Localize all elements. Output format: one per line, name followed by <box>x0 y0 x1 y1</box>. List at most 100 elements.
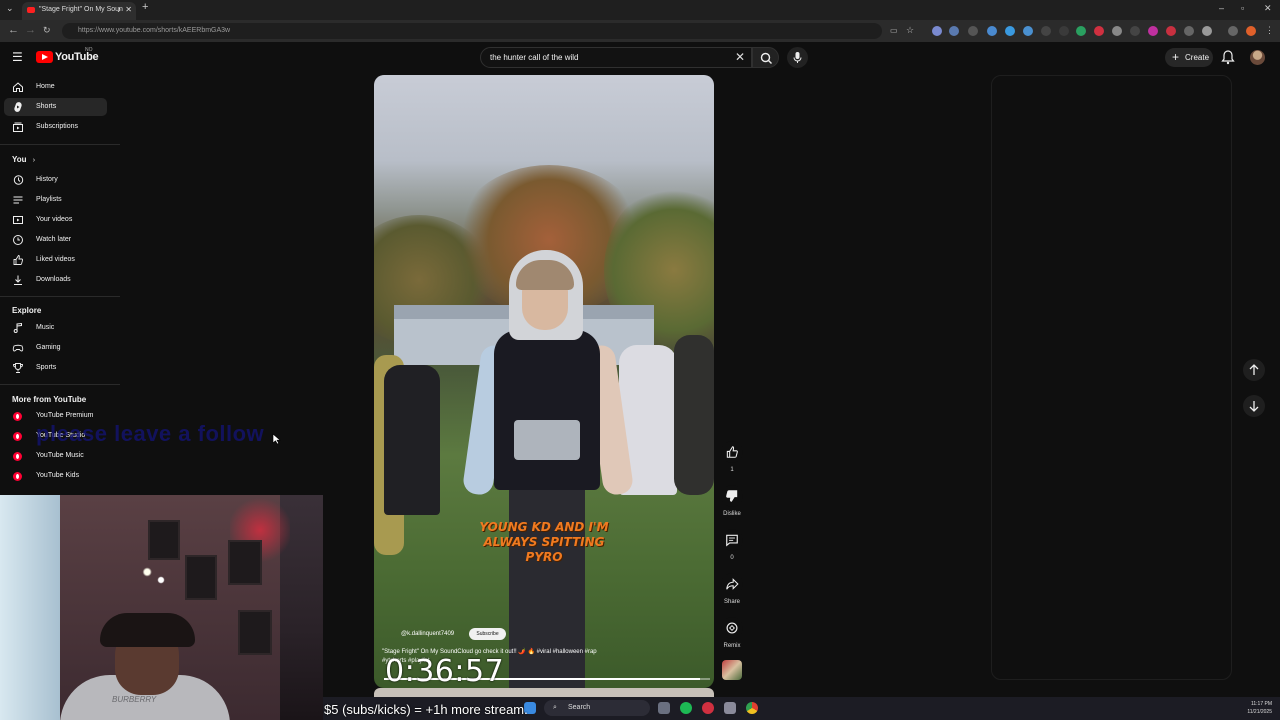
extension-icon[interactable] <box>932 26 942 36</box>
sidebar-item-history[interactable]: History <box>4 171 107 189</box>
subscribe-button[interactable]: Subscribe <box>469 628 506 640</box>
remix-button[interactable]: Remix <box>721 617 743 649</box>
wall-poster <box>185 555 217 600</box>
youtube-header: ☰ YouTube NO the hunter call of the wild… <box>0 42 1280 74</box>
app-icon[interactable] <box>702 702 714 714</box>
search-input[interactable]: the hunter call of the wild <box>480 47 752 68</box>
extension-icon[interactable] <box>1041 26 1051 36</box>
extension-icon[interactable] <box>968 26 978 36</box>
next-short-button[interactable] <box>1243 395 1265 417</box>
shorts-video-player[interactable]: YOUNG KD AND I'M ALWAYS SPITTING PYRO @k… <box>374 75 714 688</box>
extension-icon[interactable] <box>1005 26 1015 36</box>
sidebar-item-liked-videos[interactable]: Liked videos <box>4 251 107 269</box>
speaker-icon[interactable]: ♪ <box>117 2 121 18</box>
tab-close-icon[interactable]: ✕ <box>125 2 132 18</box>
maximize-icon[interactable]: ▫ <box>1241 3 1244 13</box>
sidebar-item-your-videos[interactable]: Your videos <box>4 211 107 229</box>
video-scene <box>514 420 580 460</box>
cast-icon[interactable]: ▭ <box>890 26 898 35</box>
extension-icon[interactable] <box>949 26 959 36</box>
extension-icon[interactable] <box>1184 26 1194 36</box>
home-icon <box>13 82 23 92</box>
account-avatar[interactable] <box>1250 50 1265 65</box>
search-button[interactable] <box>752 47 779 68</box>
chrome-icon[interactable] <box>746 702 758 714</box>
create-button[interactable]: + Create <box>1165 48 1213 67</box>
forward-icon[interactable]: → <box>25 24 36 36</box>
arrow-up-icon <box>1249 364 1259 375</box>
extension-icon[interactable] <box>1023 26 1033 36</box>
settings-icon[interactable] <box>724 702 736 714</box>
voice-search-button[interactable] <box>787 47 808 68</box>
clear-search-icon[interactable]: ✕ <box>735 50 745 64</box>
thumbs-down-icon <box>726 490 738 502</box>
video-scene <box>674 335 714 495</box>
subscriptions-icon <box>13 122 23 132</box>
tab-search-icon[interactable]: ⌄ <box>6 3 14 14</box>
extension-icon[interactable] <box>1059 26 1069 36</box>
gaming-icon <box>12 344 24 352</box>
profile-icon[interactable] <box>1246 26 1256 36</box>
previous-short-button[interactable] <box>1243 359 1265 381</box>
webcam-scene <box>0 495 60 720</box>
sidebar-item-label: Sports <box>36 364 57 371</box>
channel-handle[interactable]: @k.dallinquent7409 <box>401 631 454 637</box>
sidebar-item-sports[interactable]: Sports <box>4 359 107 377</box>
sidebar-item-label: YouTube Music <box>36 452 84 459</box>
sound-thumbnail[interactable] <box>722 660 742 680</box>
like-button[interactable]: 1 <box>721 441 743 473</box>
sidebar-item-youtube-music[interactable]: YouTube Music <box>4 447 107 465</box>
sidebar-item-watch-later[interactable]: Watch later <box>4 231 107 249</box>
extension-icon[interactable] <box>1148 26 1158 36</box>
sidebar-you-heading[interactable]: You › <box>12 155 35 164</box>
extension-icon[interactable] <box>1094 26 1104 36</box>
thumbs-up-icon <box>726 446 738 458</box>
taskbar-clock[interactable]: 11:17 PM 11/21/2025 <box>1247 700 1272 716</box>
notifications-bell-icon[interactable] <box>1221 49 1235 65</box>
taskbar-search[interactable]: ⌕ Search <box>544 700 650 716</box>
sidebar-item-youtube-kids[interactable]: YouTube Kids <box>4 467 107 485</box>
back-icon[interactable]: ← <box>8 24 19 36</box>
reload-icon[interactable]: ↻ <box>43 25 51 36</box>
minimize-icon[interactable]: – <box>1219 3 1224 13</box>
sidebar-item-label: Home <box>36 83 55 90</box>
sidebar-item-music[interactable]: Music <box>4 319 107 337</box>
downloads-icon <box>14 275 22 285</box>
new-tab-icon[interactable]: + <box>142 1 148 13</box>
tab-title: "Stage Fright" On My Soun <box>39 6 123 13</box>
close-window-icon[interactable]: ✕ <box>1264 3 1272 14</box>
sidebar-item-gaming[interactable]: Gaming <box>4 339 107 357</box>
extension-icon[interactable] <box>1166 26 1176 36</box>
browser-tab[interactable]: "Stage Fright" On My Soun ♪ ✕ <box>22 2 136 20</box>
sidebar-item-label: Music <box>36 324 55 331</box>
webcam-scene <box>138 560 184 600</box>
wall-poster <box>238 610 272 655</box>
sidebar-item-subscriptions[interactable]: Subscriptions <box>4 118 107 136</box>
menu-dots-icon[interactable]: ⋮ <box>1265 25 1274 36</box>
dislike-button[interactable]: Dislike <box>721 485 743 517</box>
share-button[interactable]: Share <box>721 573 743 605</box>
spotify-icon[interactable] <box>680 702 692 714</box>
extension-icon[interactable] <box>987 26 997 36</box>
sidebar-divider <box>0 384 120 385</box>
sidebar-divider <box>0 296 120 297</box>
file-explorer-icon[interactable] <box>658 702 670 714</box>
next-short-preview[interactable] <box>374 688 714 697</box>
hamburger-menu-icon[interactable]: ☰ <box>12 50 23 64</box>
microphone-icon <box>793 52 802 63</box>
address-bar[interactable]: https://www.youtube.com/shorts/kAEERbmGA… <box>62 23 882 39</box>
sidebar-item-downloads[interactable]: Downloads <box>4 271 107 289</box>
extension-icon[interactable] <box>1076 26 1086 36</box>
extension-icon[interactable] <box>1112 26 1122 36</box>
your-videos-icon <box>13 216 23 224</box>
comments-button[interactable]: 0 <box>721 529 743 561</box>
sidebar-item-home[interactable]: Home <box>4 78 107 96</box>
sidebar-item-playlists[interactable]: Playlists <box>4 191 107 209</box>
extensions-puzzle-icon[interactable] <box>1202 26 1212 36</box>
bookmark-star-icon[interactable]: ☆ <box>906 25 914 36</box>
shorts-icon <box>14 102 22 112</box>
extension-icon[interactable] <box>1130 26 1140 36</box>
youtube-logo-icon[interactable] <box>36 51 53 63</box>
sidebar-icon[interactable] <box>1228 26 1238 36</box>
sidebar-item-shorts[interactable]: Shorts <box>4 98 107 116</box>
